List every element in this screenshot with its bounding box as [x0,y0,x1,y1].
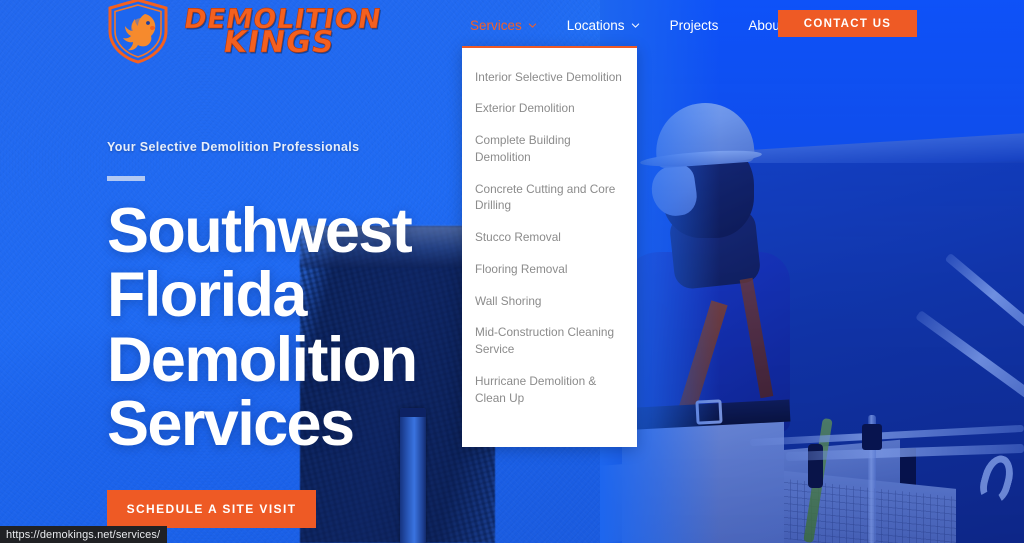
logo-line-kings: KINGS [220,24,337,60]
nav-item-projects[interactable]: Projects [670,18,735,33]
contact-us-button[interactable]: CONTACT US [778,10,917,37]
logo-wordmark: DEMOLITION KINGS [178,3,383,60]
dropdown-item-interior-selective-demolition[interactable]: Interior Selective Demolition [462,61,637,93]
nav-label-projects: Projects [669,17,719,33]
dropdown-item-wall-shoring[interactable]: Wall Shoring [462,285,637,317]
nav-item-services[interactable]: Services [470,18,553,33]
dropdown-item-stucco-removal[interactable]: Stucco Removal [462,222,637,254]
hero-divider [107,176,145,181]
primary-navigation: Services Locations Projects About Us [470,13,820,37]
nav-label-services: Services [470,17,522,33]
construction-worker-photo [600,0,1024,543]
browser-status-bar: https://demokings.net/services/ [0,526,168,543]
status-bar-url: https://demokings.net/services/ [6,528,161,541]
schedule-site-visit-button[interactable]: SCHEDULE A SITE VISIT [107,490,316,528]
dropdown-item-exterior-demolition[interactable]: Exterior Demolition [462,93,637,125]
dropdown-item-flooring-removal[interactable]: Flooring Removal [462,253,637,285]
chevron-down-icon [631,22,639,28]
dropdown-item-mid-construction-cleaning-service[interactable]: Mid-Construction Cleaning Service [462,317,637,366]
site-logo[interactable]: DEMOLITION KINGS [104,0,384,65]
browser-viewport: DEMOLITION KINGS Services Locations Proj… [0,0,1024,543]
services-dropdown-menu: Interior Selective Demolition Exterior D… [462,46,637,447]
dropdown-item-complete-building-demolition[interactable]: Complete Building Demolition [462,125,637,174]
dropdown-item-hurricane-demolition-clean-up[interactable]: Hurricane Demolition & Clean Up [462,365,637,414]
lion-shield-logo-icon [108,0,168,64]
dropdown-item-concrete-cutting-and-core-drilling[interactable]: Concrete Cutting and Core Drilling [462,173,637,222]
chevron-down-icon [528,22,536,28]
nav-item-locations[interactable]: Locations [567,18,656,33]
nav-label-locations: Locations [566,17,625,33]
